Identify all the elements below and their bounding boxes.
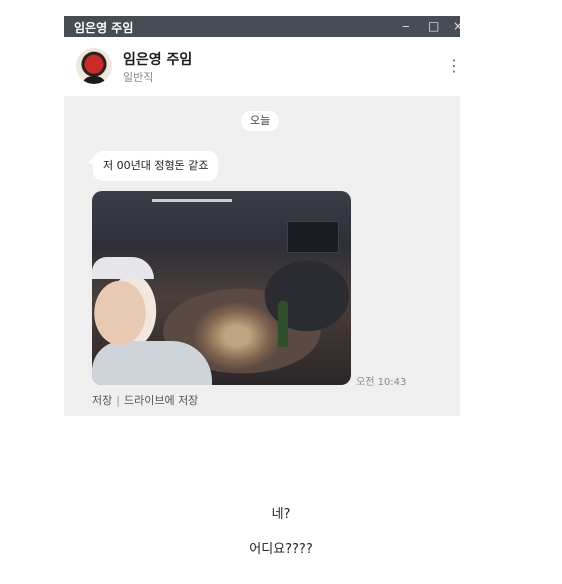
save-link[interactable]: 저장 bbox=[92, 394, 112, 407]
photo-cap bbox=[92, 257, 154, 279]
window-title: 임은영 주임 bbox=[74, 21, 134, 35]
photo-message[interactable] bbox=[92, 191, 351, 385]
action-separator: | bbox=[116, 394, 120, 407]
photo-menu-board bbox=[287, 221, 339, 253]
close-icon[interactable]: × bbox=[453, 19, 460, 33]
date-divider: 오늘 bbox=[241, 111, 280, 131]
photo-bottle bbox=[278, 301, 288, 347]
photo-actions: 저장 | 드라이브에 저장 bbox=[92, 392, 198, 408]
caption-line-1: 네? bbox=[271, 507, 291, 522]
avatar[interactable] bbox=[76, 48, 112, 84]
maximize-icon[interactable]: □ bbox=[428, 19, 439, 33]
photo-face bbox=[92, 263, 154, 373]
message-bubble: 저 00년대 정형돈 같죠 bbox=[87, 151, 219, 181]
save-to-drive-link[interactable]: 드라이브에 저장 bbox=[124, 394, 198, 407]
minimize-icon[interactable]: ‒ bbox=[402, 19, 410, 33]
title-bar: 임은영 주임 ‒ □ × bbox=[64, 16, 460, 37]
chat-header: 임은영 주임 일반직 ⋮ bbox=[64, 37, 460, 96]
message-timestamp: 오전 10:43 bbox=[356, 377, 407, 388]
more-options-icon[interactable]: ⋮ bbox=[446, 58, 460, 74]
contact-name: 임은영 주임 bbox=[123, 52, 193, 68]
contact-department: 일반직 bbox=[123, 71, 154, 84]
photo-ceiling-light bbox=[152, 199, 232, 202]
chat-window: 임은영 주임 ‒ □ × 임은영 주임 일반직 ⋮ 오늘 저 00년대 정형돈 … bbox=[64, 16, 460, 416]
caption-line-2: 어디요???? bbox=[249, 542, 313, 557]
